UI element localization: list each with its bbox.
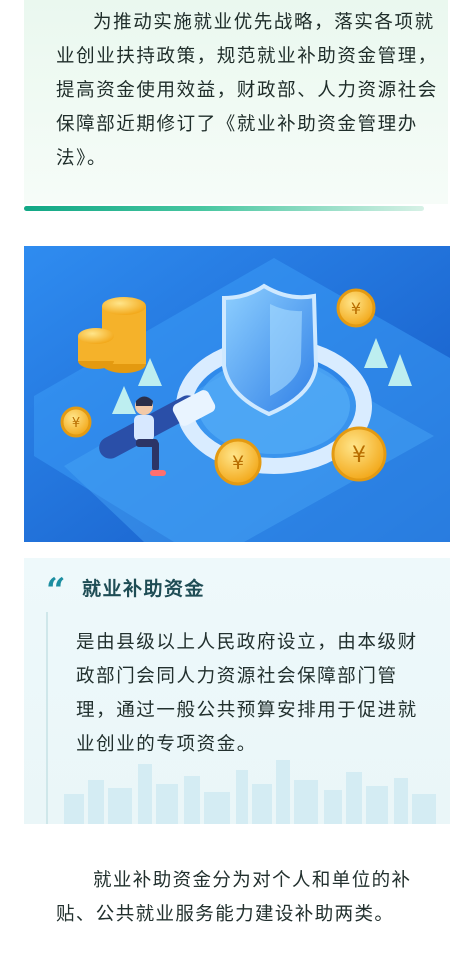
quote-icon: “: [46, 571, 66, 611]
definition-title: 就业补助资金: [82, 578, 206, 600]
section-divider: [24, 206, 424, 211]
coin-icon: ¥: [331, 426, 387, 482]
policy-illustration: ¥ ¥ ¥ ¥: [24, 246, 450, 542]
coin-icon: ¥: [336, 288, 376, 328]
svg-text:¥: ¥: [72, 416, 80, 431]
city-skyline-icon: [64, 760, 436, 824]
closing-paragraph: 就业补助资金分为对个人和单位的补贴、公共就业服务能力建设补助两类。: [56, 870, 412, 925]
coin-icon: ¥: [60, 406, 92, 438]
svg-text:¥: ¥: [351, 299, 361, 318]
definition-paragraph: 是由县级以上人民政府设立，由本级财政部门会同人力资源社会保障部门管理，通过一般公…: [76, 632, 418, 755]
shield-icon: [222, 283, 319, 417]
definition-card: “ 就业补助资金 是由县级以上人民政府设立，由本级财政部门会同人力资源社会保障部…: [24, 558, 450, 824]
svg-text:¥: ¥: [232, 452, 244, 474]
illustration-graphic: ¥ ¥ ¥ ¥: [24, 246, 450, 542]
coin-icon: ¥: [214, 438, 262, 486]
intro-paragraph: 为推动实施就业优先战略，落实各项就业创业扶持政策，规范就业补助资金管理，提高资金…: [56, 12, 438, 169]
svg-text:¥: ¥: [352, 443, 366, 468]
definition-rule: [46, 612, 48, 824]
